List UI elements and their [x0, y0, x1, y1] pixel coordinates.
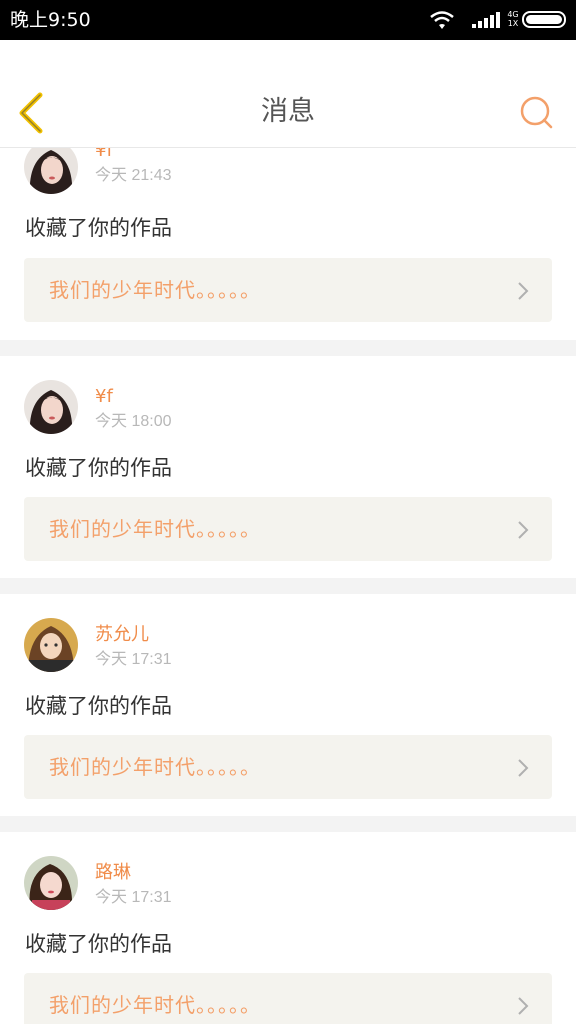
work-link[interactable]: 我们的少年时代。。。。。: [24, 497, 552, 561]
message-card: ¥f 今天 18:00 收藏了你的作品 我们的少年时代。。。。。: [0, 356, 576, 578]
work-title: 我们的少年时代。。。。。: [49, 993, 261, 1017]
avatar[interactable]: [24, 856, 78, 910]
message-time: 今天 18:00: [95, 413, 172, 430]
nav-bar: 消息: [0, 40, 576, 148]
avatar[interactable]: [24, 148, 78, 194]
action-text: 收藏了你的作品: [25, 216, 172, 240]
search-icon[interactable]: [518, 94, 556, 132]
work-title: 我们的少年时代。。。。。: [49, 755, 261, 779]
work-link[interactable]: 我们的少年时代。。。。。: [24, 973, 552, 1024]
network-type: 4G 1X: [507, 10, 519, 28]
chevron-right-icon: [518, 282, 529, 300]
signal-icon: [472, 12, 500, 28]
user-name[interactable]: ¥f: [95, 148, 113, 162]
work-title: 我们的少年时代。。。。。: [49, 278, 261, 302]
wifi-icon: [430, 11, 454, 29]
work-title: 我们的少年时代。。。。。: [49, 517, 261, 541]
page-title: 消息: [261, 96, 315, 127]
avatar[interactable]: [24, 380, 78, 434]
message-card: ¥f 今天 21:43 收藏了你的作品 我们的少年时代。。。。。: [0, 148, 576, 340]
status-bar: 晚上9:50 4G 1X: [0, 0, 576, 40]
action-text: 收藏了你的作品: [25, 694, 172, 718]
work-link[interactable]: 我们的少年时代。。。。。: [24, 258, 552, 322]
status-time: 晚上9:50: [10, 9, 91, 31]
chevron-right-icon: [518, 521, 529, 539]
action-text: 收藏了你的作品: [25, 932, 172, 956]
work-link[interactable]: 我们的少年时代。。。。。: [24, 735, 552, 799]
message-time: 今天 21:43: [95, 167, 172, 184]
message-time: 今天 17:31: [95, 889, 172, 906]
user-name[interactable]: ¥f: [95, 386, 113, 408]
message-time: 今天 17:31: [95, 651, 172, 668]
user-name[interactable]: 路琳: [95, 862, 131, 884]
action-text: 收藏了你的作品: [25, 456, 172, 480]
message-card: 路琳 今天 17:31 收藏了你的作品 我们的少年时代。。。。。: [0, 832, 576, 1024]
avatar[interactable]: [24, 618, 78, 672]
user-name[interactable]: 苏允儿: [95, 624, 149, 646]
message-list[interactable]: ¥f 今天 21:43 收藏了你的作品 我们的少年时代。。。。。 ¥f 今天 1…: [0, 148, 576, 1024]
chevron-right-icon: [518, 759, 529, 777]
message-card: 苏允儿 今天 17:31 收藏了你的作品 我们的少年时代。。。。。: [0, 594, 576, 816]
battery-icon: [522, 11, 566, 28]
chevron-right-icon: [518, 997, 529, 1015]
